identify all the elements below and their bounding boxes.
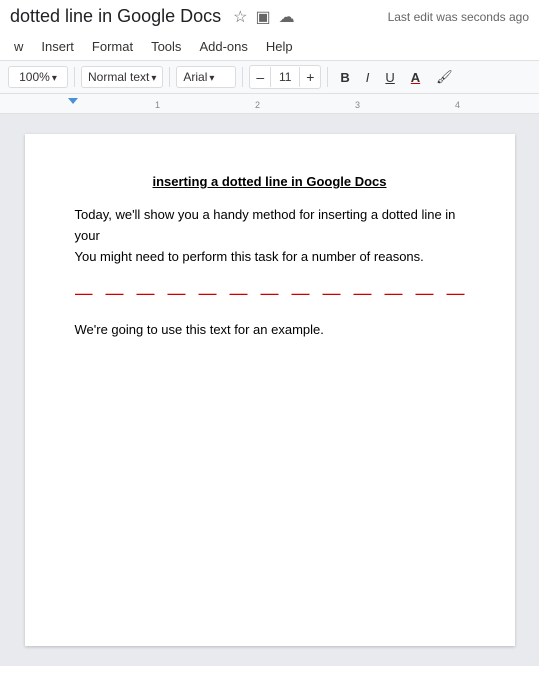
toolbar-sep-1 [74, 67, 75, 87]
star-icon[interactable]: ☆ [233, 7, 247, 27]
text-style-value: Normal text [88, 70, 149, 84]
ruler-mark-4: 4 [455, 100, 460, 110]
font-group: Arial [176, 66, 236, 88]
font-size-increase-button[interactable]: + [300, 66, 320, 88]
font-color-label: A [411, 70, 420, 85]
menu-item-file[interactable]: w [6, 35, 31, 58]
font-chevron-icon [209, 70, 214, 84]
zoom-value: 100% [19, 70, 50, 84]
menu-item-addons[interactable]: Add-ons [191, 35, 255, 58]
menu-item-insert[interactable]: Insert [33, 35, 82, 58]
style-group: Normal text [81, 66, 163, 88]
document-paragraph-2: We're going to use this text for an exam… [75, 320, 465, 341]
para1b-text: You might need to perform this task for … [75, 249, 424, 264]
font-size-decrease-button[interactable]: – [250, 66, 270, 88]
style-chevron-icon [151, 70, 156, 84]
highlight-button[interactable]: 🖌 [430, 66, 459, 88]
ruler-mark-1: 1 [155, 100, 160, 110]
title-icons: ☆ ▣ ☁ [233, 7, 294, 27]
ruler-mark-3: 3 [355, 100, 360, 110]
font-value: Arial [183, 70, 207, 84]
toolbar-sep-2 [169, 67, 170, 87]
menu-item-format[interactable]: Format [84, 35, 141, 58]
font-color-button[interactable]: A [405, 67, 426, 88]
document-heading: inserting a dotted line in Google Docs [75, 174, 465, 189]
zoom-selector[interactable]: 100% [8, 66, 68, 88]
underline-button[interactable]: U [379, 67, 400, 88]
para1-text: Today, we'll show you a handy method for… [75, 207, 456, 243]
menu-bar: w Insert Format Tools Add-ons Help [0, 33, 539, 61]
document-page: inserting a dotted line in Google Docs T… [25, 134, 515, 646]
toolbar: 100% Normal text Arial – 11 + B I U A 🖌 [0, 61, 539, 94]
cloud-icon[interactable]: ☁ [279, 7, 295, 27]
zoom-group: 100% [8, 66, 68, 88]
toolbar-sep-3 [242, 67, 243, 87]
ruler-tab-stop[interactable] [68, 98, 78, 104]
folder-icon[interactable]: ▣ [255, 7, 270, 27]
bold-button[interactable]: B [334, 67, 355, 88]
font-selector[interactable]: Arial [176, 66, 236, 88]
document-area: inserting a dotted line in Google Docs T… [0, 114, 539, 666]
font-size-group: – 11 + [249, 65, 321, 89]
menu-item-tools[interactable]: Tools [143, 35, 189, 58]
toolbar-sep-4 [327, 67, 328, 87]
title-bar: dotted line in Google Docs ☆ ▣ ☁ Last ed… [0, 0, 539, 33]
zoom-chevron-icon [52, 70, 57, 84]
menu-item-help[interactable]: Help [258, 35, 301, 58]
last-edit-status: Last edit was seconds ago [388, 10, 529, 24]
dotted-line-decoration: — — — — — — — — — — — — — — [75, 283, 465, 304]
doc-title: dotted line in Google Docs [10, 6, 221, 27]
italic-button[interactable]: I [360, 67, 376, 88]
ruler: 1 2 3 4 [0, 94, 539, 114]
ruler-mark-2: 2 [255, 100, 260, 110]
text-style-selector[interactable]: Normal text [81, 66, 163, 88]
font-size-value: 11 [270, 67, 300, 87]
document-paragraph-1: Today, we'll show you a handy method for… [75, 205, 465, 267]
